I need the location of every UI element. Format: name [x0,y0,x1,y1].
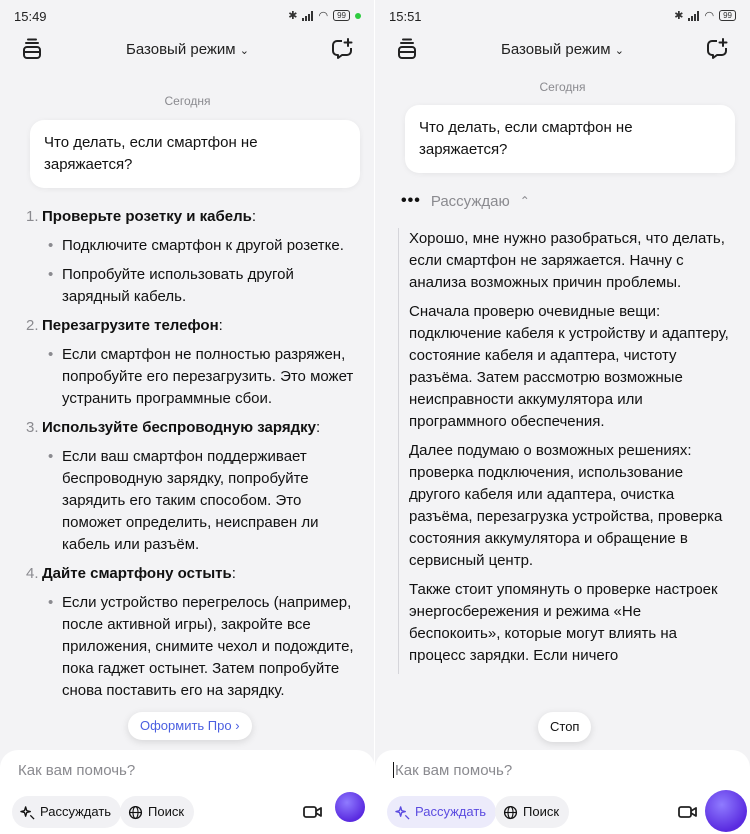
user-message-bubble: Что делать, если смартфон не заряжается? [30,120,360,188]
date-label: Сегодня [539,80,586,94]
reasoning-paragraph: Также стоит упомянуть о проверке настрое… [409,581,718,664]
search-chip-label: Поиск [523,804,560,819]
list-item: • Если смартфон не полностью разряжен, по… [48,346,354,407]
thinking-dots-icon: ••• [401,192,421,209]
assistant-answer: 1. Проверьте розетку и кабель: • Подключит… [26,206,357,709]
get-pro-button[interactable]: Оформить Про › [128,712,252,740]
date-label: Сегодня [164,94,211,108]
globe-icon [128,805,143,819]
sparkle-icon [395,805,410,820]
stop-button[interactable]: Стоп [538,712,592,742]
step-title: Проверьте розетку и кабель [42,208,252,225]
list-item: • Попробуйте использовать другой зарядный… [48,266,294,305]
mode-label: Базовый режим [126,41,236,58]
step-title: Дайте смартфону остыть [42,565,232,582]
mode-selector[interactable]: Базовый режим ⌄ [0,41,375,58]
voice-assistant-button[interactable] [705,790,747,832]
video-camera-icon[interactable] [302,802,324,822]
status-time: 15:49 [14,9,47,24]
search-chip[interactable]: Поиск [120,796,195,828]
sparkle-icon [20,805,35,820]
status-time: 15:51 [389,9,422,24]
mode-selector[interactable]: Базовый режим ⌄ [375,41,750,58]
list-item: • Подключите смартфон к другой розетке. [48,237,344,254]
reasoning-toggle[interactable]: ••• Рассуждаю ⌃ [401,192,530,210]
message-input[interactable]: Как вам помочь? [18,762,135,779]
bluetooth-icon: ✱ [288,10,298,22]
video-camera-icon[interactable] [677,802,699,822]
status-bar: 15:51 ✱ ◠ 99 [375,0,750,32]
step-title: Используйте беспроводную зарядку [42,419,316,436]
message-input[interactable]: Как вам помочь? [393,762,512,779]
reasoning-text: Хорошо, мне нужно разобраться, что делат… [398,228,736,674]
signal-icon [302,10,314,21]
mode-label: Базовый режим [501,41,611,58]
step-number: 4. [26,565,39,582]
list-item: • Если ваш смартфон поддерживает беспрово… [48,448,319,553]
divider [374,0,375,834]
reason-chip-label: Рассуждать [40,804,112,819]
status-icons: ✱ ◠ 99 [288,9,361,22]
wifi-icon: ◠ [704,10,715,22]
new-chat-icon[interactable] [331,38,353,60]
search-chip-label: Поиск [148,804,185,819]
chat-screen-right: 15:51 ✱ ◠ 99 Базовый режим ⌄ Сегодня Что… [375,0,750,834]
new-chat-icon[interactable] [706,38,728,60]
reasoning-label: Рассуждаю [430,192,510,210]
answer-step-2: 2. Перезагрузите телефон: [26,315,357,337]
answer-step-3: 3. Используйте беспроводную зарядку: [26,417,357,439]
search-chip[interactable]: Поиск [495,796,570,828]
reasoning-paragraph: Хорошо, мне нужно разобраться, что делат… [409,230,725,291]
status-bar: 15:49 ✱ ◠ 99 [0,0,375,32]
text-caret [393,762,394,778]
signal-icon [688,10,700,21]
answer-step-1: 1. Проверьте розетку и кабель: [26,206,357,228]
reason-chip-label: Рассуждать [415,804,487,819]
step-number: 3. [26,419,39,436]
chevron-up-icon: ⌃ [519,194,530,208]
active-dot-icon [355,12,361,19]
battery-icon: 99 [333,10,350,21]
reasoning-paragraph: Далее подумаю о возможных решениях: пров… [409,442,723,569]
chevron-down-icon: ⌄ [614,45,624,57]
user-message-bubble: Что делать, если смартфон не заряжается? [405,105,735,173]
step-number: 1. [26,208,39,225]
globe-icon [503,805,518,819]
input-panel: Как вам помочь? Рассуждать Поиск [0,750,375,834]
header: Базовый режим ⌄ [375,36,750,64]
chat-screen-left: 15:49 ✱ ◠ 99 Базовый режим ⌄ Сегодня Что… [0,0,375,834]
step-title: Перезагрузите телефон [42,317,219,334]
status-icons: ✱ ◠ 99 [674,9,736,22]
reasoning-paragraph: Сначала проверю очевидные вещи: подключе… [409,303,729,430]
voice-assistant-button[interactable] [335,792,365,822]
bluetooth-icon: ✱ [674,10,684,22]
chevron-down-icon: ⌄ [239,45,249,57]
reason-chip[interactable]: Рассуждать [387,796,497,828]
answer-step-4: 4. Дайте смартфону остыть: [26,563,357,585]
battery-icon: 99 [719,10,736,21]
input-panel: Как вам помочь? Рассуждать Поиск [375,750,750,834]
step-number: 2. [26,317,39,334]
list-item: • Если устройство перегрелось (например, … [48,594,354,699]
input-placeholder: Как вам помочь? [395,762,513,779]
header: Базовый режим ⌄ [0,36,375,64]
wifi-icon: ◠ [318,10,329,22]
reason-chip[interactable]: Рассуждать [12,796,122,828]
